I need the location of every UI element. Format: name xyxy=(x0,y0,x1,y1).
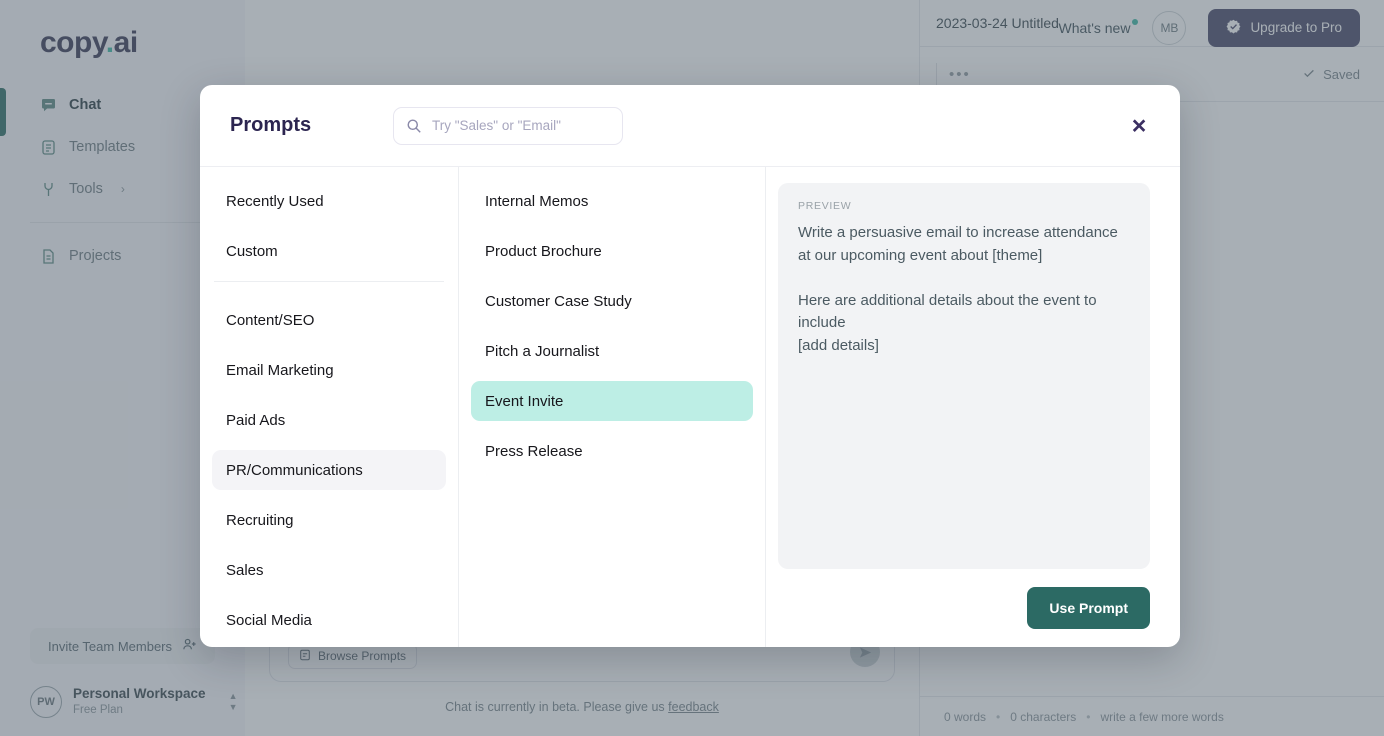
category-divider xyxy=(214,281,444,282)
category-label: Sales xyxy=(226,561,264,579)
use-prompt-button[interactable]: Use Prompt xyxy=(1027,587,1150,629)
prompt-label: Press Release xyxy=(485,442,583,460)
prompt-label: Event Invite xyxy=(485,392,564,410)
preview-box: PREVIEW Write a persuasive email to incr… xyxy=(778,183,1150,569)
category-custom[interactable]: Custom xyxy=(212,231,446,271)
category-social-media[interactable]: Social Media xyxy=(212,600,446,640)
prompt-list: Internal Memos Product Brochure Customer… xyxy=(459,167,766,647)
prompt-internal-memos[interactable]: Internal Memos xyxy=(471,181,753,221)
category-pr-communications[interactable]: PR/Communications xyxy=(212,450,446,490)
preview-actions: Use Prompt xyxy=(778,569,1150,647)
category-email-marketing[interactable]: Email Marketing xyxy=(212,350,446,390)
prompt-pitch-a-journalist[interactable]: Pitch a Journalist xyxy=(471,331,753,371)
category-sales[interactable]: Sales xyxy=(212,550,446,590)
prompt-event-invite[interactable]: Event Invite xyxy=(471,381,753,421)
category-content-seo[interactable]: Content/SEO xyxy=(212,300,446,340)
close-icon[interactable]: × xyxy=(1124,111,1154,141)
prompts-modal: Prompts × Recently Used Custom Content/S… xyxy=(200,85,1180,647)
category-paid-ads[interactable]: Paid Ads xyxy=(212,400,446,440)
prompt-preview-panel: PREVIEW Write a persuasive email to incr… xyxy=(766,167,1180,647)
prompt-press-release[interactable]: Press Release xyxy=(471,431,753,471)
category-label: Custom xyxy=(226,242,278,260)
category-label: Recently Used xyxy=(226,192,324,210)
category-label: Email Marketing xyxy=(226,361,334,379)
category-label: Paid Ads xyxy=(226,411,286,429)
category-label: Social Media xyxy=(226,611,312,629)
prompt-product-brochure[interactable]: Product Brochure xyxy=(471,231,753,271)
preview-text: Write a persuasive email to increase att… xyxy=(798,224,1118,354)
prompt-search xyxy=(393,106,623,145)
prompt-label: Customer Case Study xyxy=(485,292,632,310)
modal-title: Prompts xyxy=(230,114,312,136)
prompt-customer-case-study[interactable]: Customer Case Study xyxy=(471,281,753,321)
category-recruiting[interactable]: Recruiting xyxy=(212,500,446,540)
prompt-label: Product Brochure xyxy=(485,242,602,260)
preview-label: PREVIEW xyxy=(798,200,852,212)
prompt-label: Internal Memos xyxy=(485,192,589,210)
category-label: Content/SEO xyxy=(226,311,315,329)
search-icon xyxy=(406,118,422,134)
modal-header: Prompts × xyxy=(200,85,1180,167)
prompt-label: Pitch a Journalist xyxy=(485,342,600,360)
category-list: Recently Used Custom Content/SEO Email M… xyxy=(200,167,459,647)
search-input[interactable] xyxy=(393,106,623,145)
category-label: PR/Communications xyxy=(226,461,363,479)
category-label: Recruiting xyxy=(226,511,294,529)
modal-body: Recently Used Custom Content/SEO Email M… xyxy=(200,167,1180,647)
category-recently-used[interactable]: Recently Used xyxy=(212,181,446,221)
